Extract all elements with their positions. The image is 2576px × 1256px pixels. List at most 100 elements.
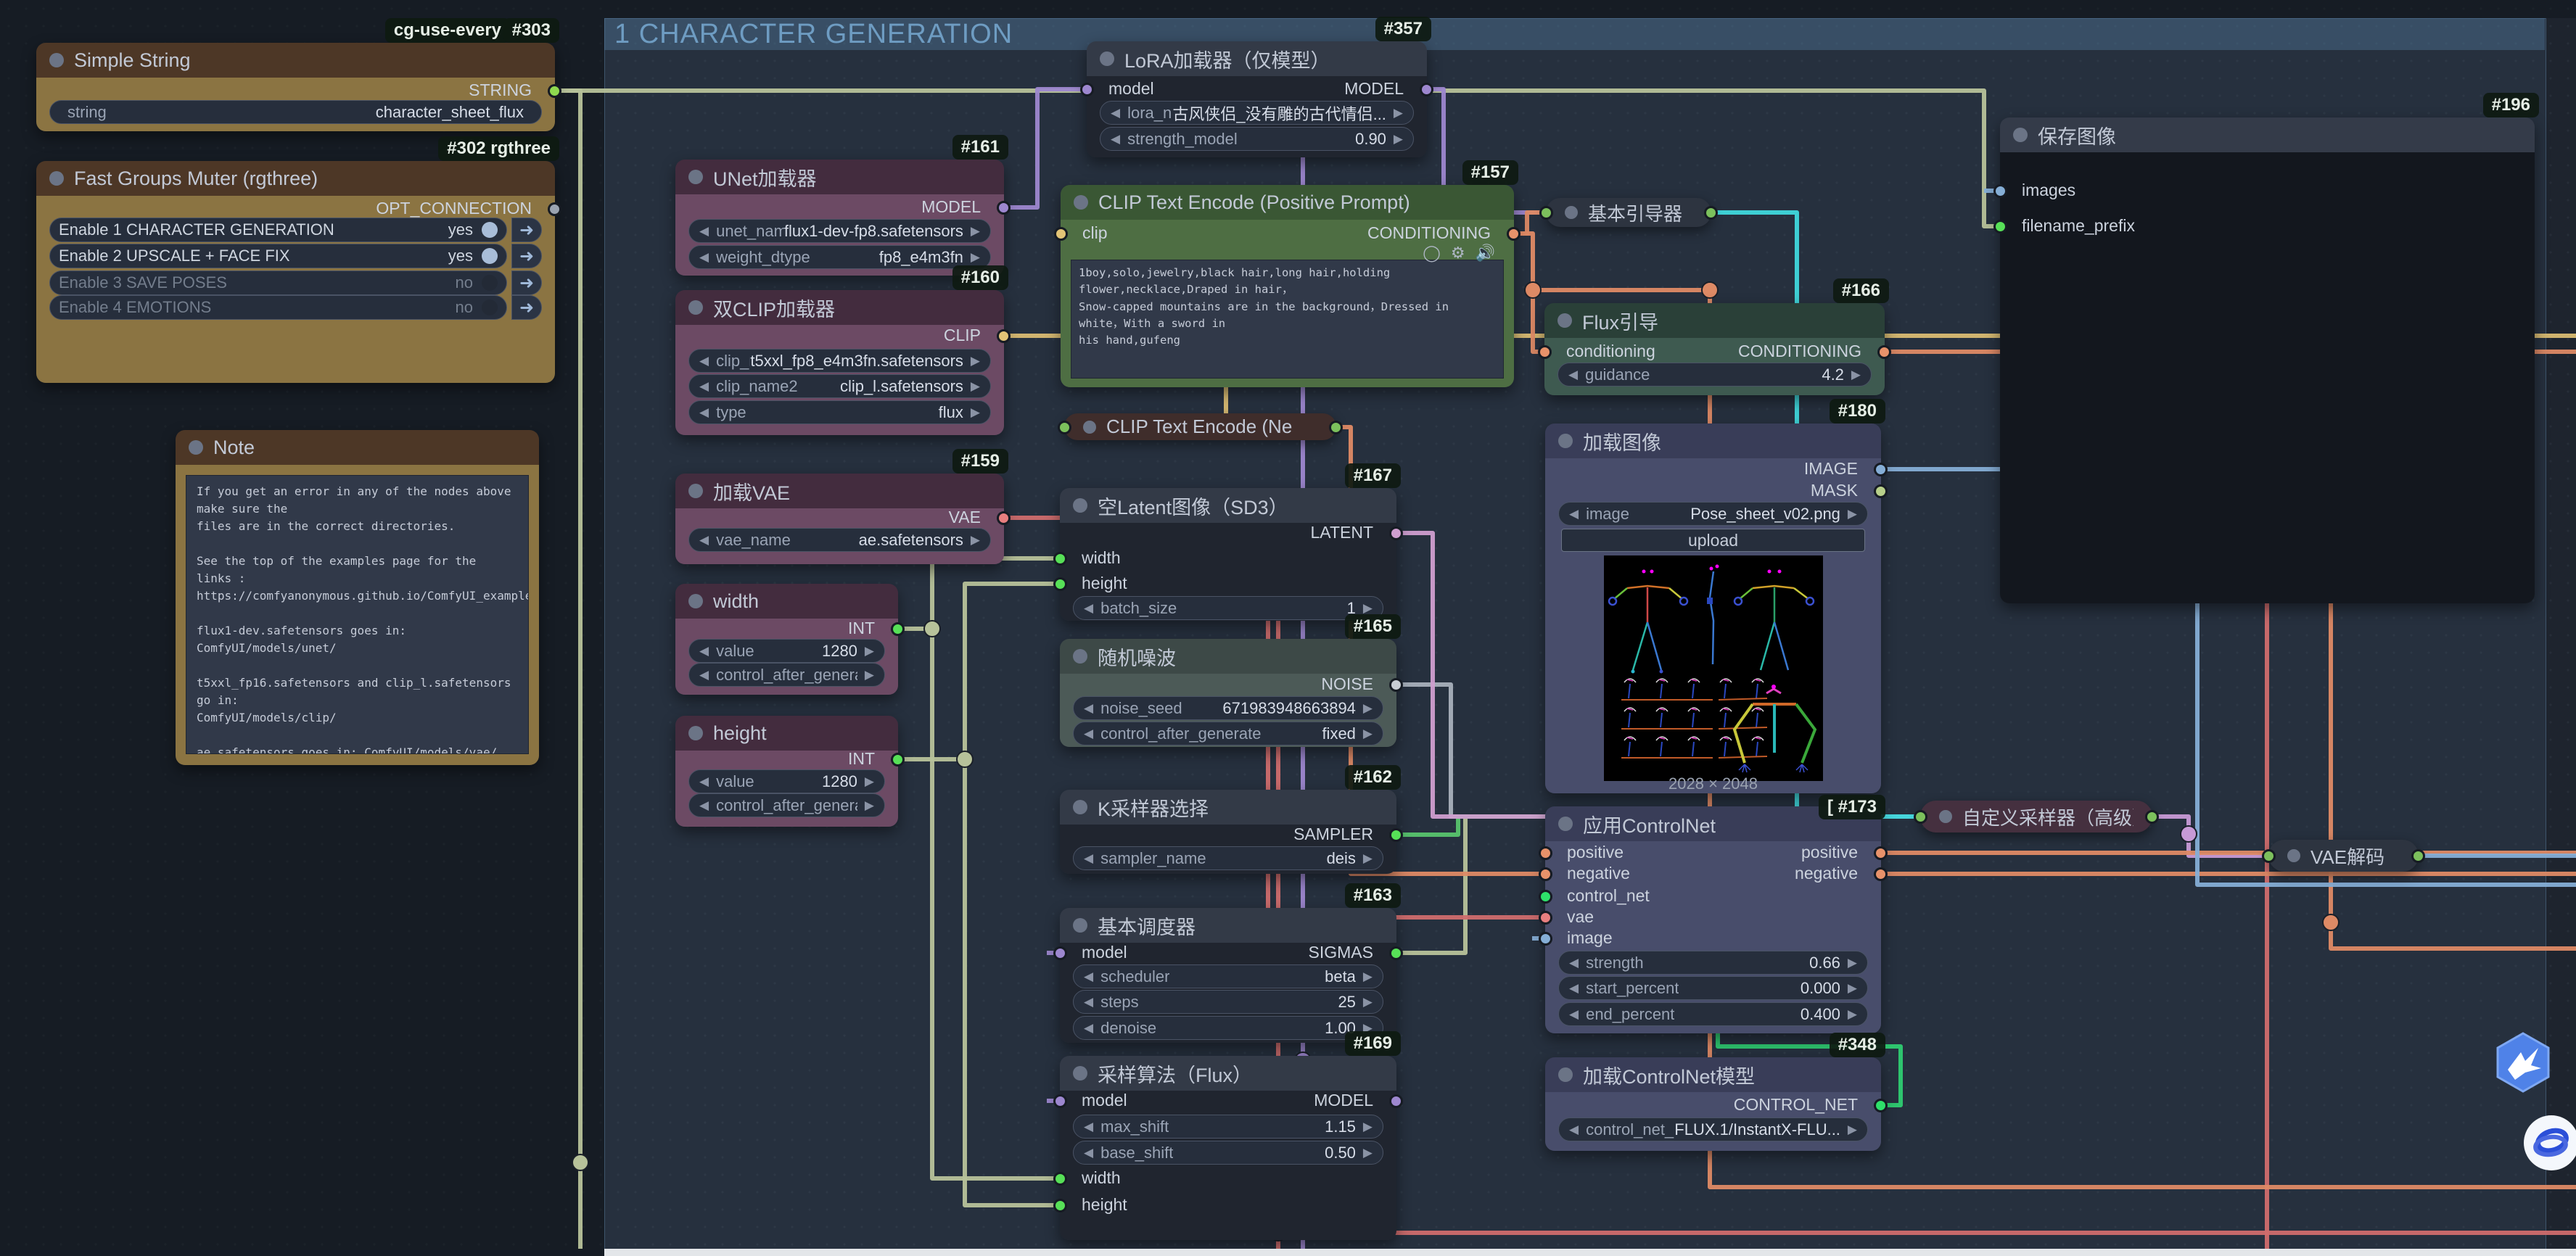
muter-goto-button[interactable]: ➜	[511, 244, 542, 268]
widget-left-arrow-icon[interactable]: ◀	[699, 354, 709, 368]
input-port-model[interactable]	[1053, 946, 1067, 960]
muter-goto-button[interactable]: ➜	[511, 295, 542, 320]
node-fast-groups-muter[interactable]: Fast Groups Muter (rgthree)OPT_CONNECTIO…	[36, 161, 555, 383]
widget-clip_name1[interactable]: ◀clip_name1t5xxl_fp8_e4m3fn.safetensors▶	[688, 349, 991, 373]
widget-right-arrow-icon[interactable]: ▶	[1848, 956, 1857, 970]
output-port-int[interactable]	[891, 622, 905, 636]
node-save-image[interactable]: 保存图像imagesfilename_prefix	[2000, 117, 2535, 603]
node-load-image[interactable]: 加载图像IMAGEMASK◀imagePose_sheet_v02.png▶up…	[1545, 424, 1881, 793]
widget-left-arrow-icon[interactable]: ◀	[699, 798, 709, 813]
output-port-sampler[interactable]	[1389, 828, 1403, 842]
widget-vae_name[interactable]: ◀vae_nameae.safetensors▶	[688, 528, 991, 552]
widget-noise_seed[interactable]: ◀noise_seed671983948663894▶	[1073, 696, 1383, 720]
input-port-positive[interactable]	[1539, 846, 1552, 860]
speaker-icon[interactable]: 🔊	[1476, 244, 1495, 263]
node-clip-text-encode-negative[interactable]: CLIP Text Encode (Ne	[1064, 413, 1336, 440]
widget-right-arrow-icon[interactable]: ▶	[971, 250, 980, 265]
widget-strength[interactable]: ◀strength0.66▶	[1558, 951, 1868, 975]
node-unet-loader[interactable]: UNet加载器MODEL◀unet_nameflux1-dev-fp8.safe…	[675, 160, 1004, 276]
node-title-bar[interactable]: 基本调度器	[1060, 908, 1396, 943]
widget-strength_model[interactable]: ◀strength_model0.90▶	[1100, 127, 1414, 151]
widget-left-arrow-icon[interactable]: ◀	[1084, 995, 1093, 1009]
widget-left-arrow-icon[interactable]: ◀	[1568, 368, 1578, 382]
widget-left-arrow-icon[interactable]: ◀	[699, 774, 709, 789]
node-collapse-dot[interactable]	[1565, 206, 1578, 219]
output-port-noise[interactable]	[1389, 678, 1403, 692]
thunder-hexagon-icon[interactable]	[2493, 1032, 2553, 1096]
widget-left-arrow-icon[interactable]: ◀	[699, 379, 709, 394]
output-port-vae[interactable]	[997, 511, 1011, 525]
node-note[interactable]: Note If you get an error in any of the no…	[176, 430, 539, 765]
node-title-bar[interactable]: Simple String	[36, 43, 555, 78]
widget-left-arrow-icon[interactable]: ◀	[1084, 1146, 1093, 1160]
node-title-bar[interactable]: UNet加载器	[675, 160, 1004, 194]
node-collapse-dot[interactable]	[688, 170, 703, 184]
widget-image[interactable]: ◀imagePose_sheet_v02.png▶	[1558, 502, 1868, 526]
output-port-sigmas[interactable]	[1389, 946, 1403, 960]
widget-right-arrow-icon[interactable]: ▶	[1363, 601, 1373, 616]
note-text[interactable]: If you get an error in any of the nodes …	[186, 475, 529, 754]
muter-row[interactable]: Enable 1 CHARACTER GENERATIONyes	[49, 218, 507, 242]
widget-left-arrow-icon[interactable]: ◀	[1084, 727, 1093, 741]
output-port-opt_connection[interactable]	[548, 202, 561, 216]
node-title-bar[interactable]: 保存图像	[2000, 117, 2535, 152]
node-collapse-dot[interactable]	[49, 53, 64, 67]
widget-control_after_generate[interactable]: ◀control_after_generate.▶	[688, 793, 885, 817]
input-port-image[interactable]	[1539, 932, 1552, 946]
node-title-bar[interactable]: 随机噪波	[1060, 639, 1396, 674]
node-empty-latent-sd3[interactable]: 空Latent图像（SD3）LATENTwidthheight◀batch_si…	[1060, 488, 1396, 621]
widget-left-arrow-icon[interactable]: ◀	[1111, 132, 1120, 146]
input-port-height[interactable]	[1053, 577, 1067, 591]
widget-value[interactable]: ◀value1280▶	[688, 639, 885, 663]
node-title-bar[interactable]: CLIP Text Encode (Positive Prompt)	[1061, 185, 1514, 220]
output-port-string[interactable]	[548, 84, 561, 98]
widget-type[interactable]: ◀typeflux▶	[688, 400, 991, 424]
collapsed-input-port[interactable]	[1914, 810, 1927, 824]
widget-right-arrow-icon[interactable]: ▶	[1363, 701, 1373, 716]
node-ksampler-select[interactable]: K采样器选择SAMPLER◀sampler_namedeis▶	[1060, 790, 1396, 874]
node-collapse-dot[interactable]	[1557, 313, 1572, 328]
widget-right-arrow-icon[interactable]: ▶	[865, 774, 874, 789]
widget-sampler_name[interactable]: ◀sampler_namedeis▶	[1073, 846, 1383, 870]
widget-left-arrow-icon[interactable]: ◀	[1569, 981, 1579, 996]
node-flux-guidance[interactable]: Flux引导conditioningCONDITIONING◀guidance4…	[1544, 303, 1885, 395]
node-load-controlnet[interactable]: 加载ControlNet模型CONTROL_NET◀control_net_na…	[1545, 1057, 1881, 1151]
node-collapse-dot[interactable]	[688, 300, 703, 315]
widget-right-arrow-icon[interactable]: ▶	[1394, 132, 1403, 146]
widget-string[interactable]: stringcharacter_sheet_flux	[49, 100, 542, 124]
widget-right-arrow-icon[interactable]: ▶	[1363, 727, 1373, 741]
input-port-width[interactable]	[1053, 1172, 1067, 1186]
node-collapse-dot[interactable]	[1073, 649, 1087, 664]
muter-goto-button[interactable]: ➜	[511, 218, 542, 242]
widget-denoise[interactable]: ◀denoise1.00▶	[1073, 1016, 1383, 1040]
widget-right-arrow-icon[interactable]: ▶	[1363, 851, 1373, 866]
node-clip-text-encode-positive[interactable]: CLIP Text Encode (Positive Prompt)clipCO…	[1061, 185, 1514, 387]
node-title-bar[interactable]: 加载VAE	[675, 474, 1004, 508]
widget-value[interactable]: ◀value1280▶	[688, 769, 885, 793]
collapsed-output-port[interactable]	[1704, 206, 1718, 220]
node-lora-loader[interactable]: LoRA加载器（仅模型）modelMODEL◀lora_name古风侠侣_没有雕…	[1087, 41, 1427, 157]
node-title-bar[interactable]: Note	[176, 430, 539, 465]
circle-icon[interactable]: ◯	[1423, 244, 1441, 263]
widget-control_after_generate[interactable]: ◀control_after_generate.▶	[688, 663, 885, 687]
output-port-image[interactable]	[1874, 463, 1888, 476]
node-dual-clip-loader[interactable]: 双CLIP加载器CLIP◀clip_name1t5xxl_fp8_e4m3fn.…	[675, 290, 1004, 435]
node-custom-sampler-advanced[interactable]: 自定义采样器（高级）	[1920, 801, 2152, 832]
muter-goto-button[interactable]: ➜	[511, 270, 542, 295]
node-collapse-dot[interactable]	[1939, 810, 1952, 823]
output-port-mask[interactable]	[1874, 484, 1888, 498]
input-port-model[interactable]	[1080, 83, 1094, 96]
output-port-control_net[interactable]	[1874, 1099, 1888, 1112]
node-collapse-dot[interactable]	[1074, 195, 1088, 210]
floating-app-icon[interactable]	[2523, 1115, 2576, 1175]
widget-left-arrow-icon[interactable]: ◀	[699, 644, 709, 658]
output-port-model[interactable]	[1420, 83, 1433, 96]
widget-left-arrow-icon[interactable]: ◀	[699, 405, 709, 420]
widget-left-arrow-icon[interactable]: ◀	[699, 250, 709, 265]
output-port-model[interactable]	[997, 201, 1011, 215]
widget-left-arrow-icon[interactable]: ◀	[1084, 1120, 1093, 1134]
widget-left-arrow-icon[interactable]: ◀	[699, 224, 709, 239]
widget-right-arrow-icon[interactable]: ▶	[1848, 981, 1857, 996]
node-collapse-dot[interactable]	[1073, 800, 1087, 814]
widget-right-arrow-icon[interactable]: ▶	[1848, 1007, 1857, 1022]
